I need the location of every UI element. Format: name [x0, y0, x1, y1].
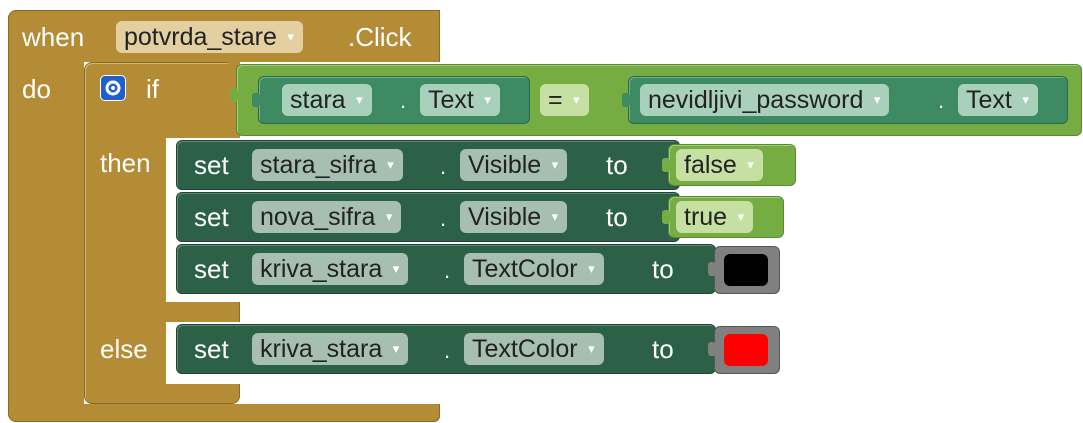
operator: =	[548, 86, 563, 114]
operator-dropdown[interactable]: = ▾	[540, 84, 589, 116]
component-dropdown-kriva-stara[interactable]: kriva_stara ▾	[252, 333, 409, 365]
set-label: set	[194, 334, 229, 364]
dot-separator: .	[444, 338, 451, 363]
color-black-tab	[708, 262, 716, 276]
set-label: set	[194, 254, 229, 284]
color-swatch-black[interactable]	[724, 254, 768, 286]
set-label: set	[194, 202, 229, 232]
component-name: stara	[290, 86, 346, 114]
property-dropdown-visible[interactable]: Visible ▾	[460, 149, 568, 181]
chevron-down-icon: ▾	[287, 29, 294, 44]
dot-separator: .	[440, 206, 447, 231]
set-label: set	[194, 150, 229, 180]
component-name: stara_sifra	[260, 151, 377, 179]
chevron-down-icon: ▾	[747, 157, 754, 172]
component-name: potvrda_stare	[124, 23, 277, 51]
property-dropdown-textcolor[interactable]: TextColor ▾	[464, 333, 604, 365]
chevron-down-icon: ▾	[1022, 92, 1029, 107]
property-name: Text	[428, 86, 474, 114]
chevron-down-icon: ▾	[588, 341, 595, 356]
to-label: to	[606, 202, 628, 232]
property-dropdown-visible[interactable]: Visible ▾	[460, 201, 568, 233]
chevron-down-icon: ▾	[356, 92, 363, 107]
dot-separator: .	[440, 154, 447, 179]
compare-block-tab	[230, 88, 238, 102]
property-name: Visible	[468, 203, 542, 231]
color-red-tab	[708, 342, 716, 356]
property-dropdown-textcolor[interactable]: TextColor ▾	[464, 253, 604, 285]
chevron-down-icon: ▾	[484, 92, 491, 107]
chevron-down-icon: ▾	[392, 261, 400, 276]
component-dropdown-nevidljivi-password[interactable]: nevidljivi_password ▾	[640, 84, 890, 116]
chevron-down-icon: ▾	[873, 92, 881, 107]
chevron-down-icon: ▾	[737, 209, 745, 224]
event-name: .Click	[348, 22, 412, 52]
getter-left-tab	[252, 93, 260, 107]
component-dropdown-kriva-stara[interactable]: kriva_stara ▾	[252, 253, 409, 285]
component-dropdown-nova-sifra[interactable]: nova_sifra ▾	[252, 201, 402, 233]
property-dropdown-text[interactable]: Text ▾	[420, 84, 500, 116]
chevron-down-icon: ▾	[588, 261, 595, 276]
to-label: to	[652, 254, 674, 284]
chevron-down-icon: ▾	[387, 157, 394, 172]
dot-separator: .	[938, 88, 945, 113]
chevron-down-icon: ▾	[385, 209, 393, 224]
boolean-dropdown-true[interactable]: true ▾	[676, 201, 754, 233]
component-name: kriva_stara	[260, 335, 383, 363]
boolean-true-tab	[662, 210, 670, 224]
else-label: else	[100, 334, 148, 364]
to-label: to	[652, 334, 674, 364]
property-name: TextColor	[472, 335, 578, 363]
property-name: Visible	[468, 151, 542, 179]
dot-separator: .	[444, 258, 451, 283]
then-label: then	[100, 148, 151, 178]
component-dropdown-stara-sifra[interactable]: stara_sifra ▾	[252, 149, 403, 181]
chevron-down-icon: ▾	[392, 341, 400, 356]
component-name: kriva_stara	[260, 255, 383, 283]
dot-separator: .	[400, 88, 407, 113]
property-name: Text	[966, 86, 1012, 114]
color-swatch-red[interactable]	[724, 334, 768, 366]
component-name: nova_sifra	[260, 203, 376, 231]
gear-icon[interactable]	[100, 75, 126, 101]
component-dropdown-stara[interactable]: stara ▾	[282, 84, 372, 116]
boolean-false-tab	[662, 158, 670, 172]
to-label: to	[606, 150, 628, 180]
boolean-dropdown-false[interactable]: false ▾	[676, 149, 763, 181]
component-dropdown-potvrda-stare[interactable]: potvrda_stare ▾	[116, 21, 303, 53]
chevron-down-icon: ▾	[551, 209, 559, 224]
property-name: TextColor	[472, 255, 578, 283]
do-label: do	[22, 74, 51, 104]
component-name: nevidljivi_password	[648, 86, 864, 114]
boolean-value: false	[684, 151, 737, 179]
blocks-workspace: when potvrda_stare ▾ .Click do if then e…	[0, 0, 1083, 423]
chevron-down-icon: ▾	[551, 157, 559, 172]
chevron-down-icon: ▾	[573, 92, 580, 107]
if-label: if	[146, 74, 159, 104]
getter-right-tab	[622, 93, 630, 107]
boolean-value: true	[684, 203, 728, 231]
event-block-footer-bar	[84, 404, 440, 422]
property-dropdown-text[interactable]: Text ▾	[958, 84, 1038, 116]
when-label: when	[22, 22, 85, 52]
